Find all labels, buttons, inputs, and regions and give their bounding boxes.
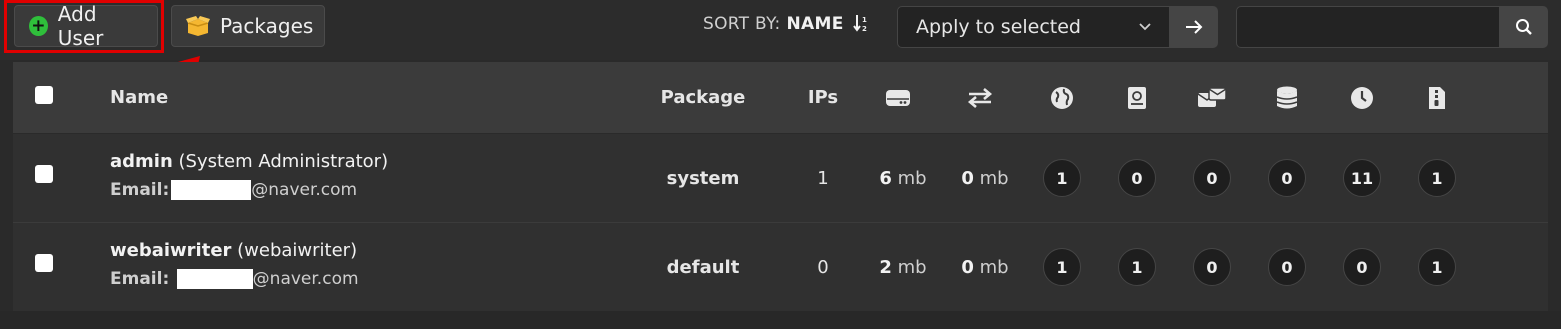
disk-value: 6 bbox=[879, 167, 892, 189]
bulk-action-value: Apply to selected bbox=[916, 16, 1081, 38]
disk-usage: 6 mb bbox=[868, 134, 938, 222]
username-link[interactable]: webaiwriter bbox=[110, 240, 231, 261]
backup-file-icon bbox=[1412, 62, 1462, 133]
arrow-right-icon bbox=[1185, 20, 1203, 34]
mail-count-badge: 0 bbox=[1193, 159, 1231, 197]
sort-field: NAME bbox=[786, 14, 844, 34]
email-domain: @naver.com bbox=[252, 269, 359, 289]
email-domain: @naver.com bbox=[251, 180, 358, 200]
page-footer-area bbox=[0, 311, 1561, 329]
web-domains-icon bbox=[1037, 62, 1087, 133]
bulk-action-select[interactable]: Apply to selected bbox=[897, 6, 1170, 48]
svg-text:1: 1 bbox=[862, 16, 867, 24]
redacted-email-block bbox=[176, 269, 253, 289]
packages-button[interactable]: Packages bbox=[171, 5, 325, 47]
select-all-checkbox[interactable] bbox=[35, 86, 53, 104]
cron-clock-icon bbox=[1337, 62, 1387, 133]
row-checkbox[interactable] bbox=[35, 165, 53, 183]
db-count-badge: 0 bbox=[1268, 248, 1306, 286]
dns-count-badge: 0 bbox=[1118, 159, 1156, 197]
disk-icon bbox=[873, 62, 923, 133]
backup-count-badge: 1 bbox=[1418, 248, 1456, 286]
cron-count-badge: 11 bbox=[1343, 159, 1381, 197]
svg-text:2: 2 bbox=[862, 25, 867, 32]
table-header-row: Name Package IPs bbox=[13, 62, 1548, 134]
bandwidth-icon bbox=[955, 62, 1005, 133]
sort-order-icon: 1 2 bbox=[853, 14, 869, 32]
disk-unit: mb bbox=[897, 167, 927, 189]
user-fullname: (webaiwriter) bbox=[237, 240, 358, 261]
email-label: Email: bbox=[110, 269, 170, 289]
chevron-down-icon bbox=[1139, 23, 1151, 31]
bandwidth-usage: 0 mb bbox=[950, 134, 1020, 222]
annotation-highlight-box bbox=[4, 0, 164, 53]
users-table: Name Package IPs admin (System Administr… bbox=[13, 62, 1548, 312]
web-count-badge: 1 bbox=[1043, 159, 1081, 197]
column-header-package[interactable]: Package bbox=[653, 62, 753, 133]
bandwidth-value: 0 bbox=[961, 167, 974, 189]
sort-by-label: SORT BY: bbox=[703, 14, 781, 34]
mail-count-badge: 0 bbox=[1193, 248, 1231, 286]
disk-value: 2 bbox=[879, 256, 892, 278]
user-fullname: (System Administrator) bbox=[178, 151, 389, 172]
bandwidth-unit: mb bbox=[979, 256, 1009, 278]
column-header-name[interactable]: Name bbox=[110, 62, 168, 133]
disk-unit: mb bbox=[897, 256, 927, 278]
cron-count-badge: 0 bbox=[1343, 248, 1381, 286]
ips-count: 0 bbox=[817, 256, 829, 278]
table-row[interactable]: webaiwriter (webaiwriter) Email: @naver.… bbox=[13, 223, 1548, 312]
package-link[interactable]: system bbox=[653, 134, 753, 222]
redacted-email-block bbox=[171, 180, 252, 200]
db-count-badge: 0 bbox=[1268, 159, 1306, 197]
database-icon bbox=[1262, 62, 1312, 133]
table-row[interactable]: admin (System Administrator) Email: @nave… bbox=[13, 134, 1548, 223]
dns-icon bbox=[1112, 62, 1162, 133]
dns-count-badge: 1 bbox=[1118, 248, 1156, 286]
ips-count: 1 bbox=[817, 167, 829, 189]
web-count-badge: 1 bbox=[1043, 248, 1081, 286]
backup-count-badge: 1 bbox=[1418, 159, 1456, 197]
search-icon bbox=[1515, 18, 1533, 36]
disk-usage: 2 mb bbox=[868, 223, 938, 311]
bandwidth-usage: 0 mb bbox=[950, 223, 1020, 311]
bandwidth-value: 0 bbox=[961, 256, 974, 278]
apply-button[interactable] bbox=[1169, 6, 1218, 48]
mail-icon bbox=[1187, 62, 1237, 133]
username-link[interactable]: admin bbox=[110, 151, 173, 172]
user-name-block: admin (System Administrator) Email: @nave… bbox=[110, 151, 388, 200]
search-button[interactable] bbox=[1499, 6, 1548, 48]
email-label: Email: bbox=[110, 180, 170, 200]
packages-label: Packages bbox=[220, 14, 314, 38]
bandwidth-unit: mb bbox=[979, 167, 1009, 189]
row-checkbox[interactable] bbox=[35, 254, 53, 272]
search-input[interactable] bbox=[1236, 6, 1500, 48]
sort-control[interactable]: SORT BY: NAME 1 2 bbox=[703, 14, 869, 34]
column-header-ips[interactable]: IPs bbox=[793, 62, 853, 133]
box-icon bbox=[186, 16, 210, 36]
package-link[interactable]: default bbox=[653, 223, 753, 311]
user-name-block: webaiwriter (webaiwriter) Email: @naver.… bbox=[110, 240, 359, 289]
